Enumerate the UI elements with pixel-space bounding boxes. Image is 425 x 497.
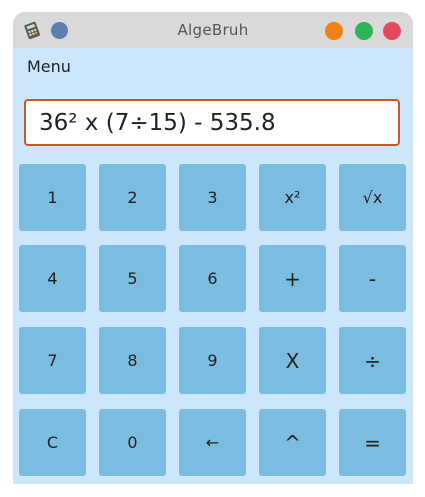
key-minus[interactable]: - [339,245,406,312]
key-3[interactable]: 3 [179,164,246,231]
key-1[interactable]: 1 [19,164,86,231]
window-title: AlgeBruh [177,21,249,39]
key-square[interactable]: x² [259,164,326,231]
key-backspace[interactable]: ← [179,409,246,476]
key-8[interactable]: 8 [99,327,166,394]
title-bar[interactable]: AlgeBruh [13,12,413,48]
key-power[interactable]: ^ [259,409,326,476]
key-multiply[interactable]: X [259,327,326,394]
key-equals[interactable]: = [339,409,406,476]
key-plus[interactable]: + [259,245,326,312]
expression-display[interactable]: 36² x (7÷15) - 535.8 [24,99,400,146]
key-sqrt[interactable]: √x [339,164,406,231]
expression-text: 36² x (7÷15) - 535.8 [39,110,276,136]
key-0[interactable]: 0 [99,409,166,476]
key-5[interactable]: 5 [99,245,166,312]
calculator-window: AlgeBruh Menu 36² x (7÷15) - 535.8 1 2 3… [13,12,413,484]
keypad: 1 2 3 x² √x 4 5 6 + - 7 8 9 X ÷ C 0 ← ^ … [19,164,411,484]
menu-button[interactable]: Menu [27,56,71,78]
key-divide[interactable]: ÷ [339,327,406,394]
key-7[interactable]: 7 [19,327,86,394]
key-2[interactable]: 2 [99,164,166,231]
key-clear[interactable]: C [19,409,86,476]
key-6[interactable]: 6 [179,245,246,312]
key-9[interactable]: 9 [179,327,246,394]
close-button[interactable] [383,22,401,40]
maximize-button[interactable] [355,22,373,40]
minimize-button[interactable] [325,22,343,40]
key-4[interactable]: 4 [19,245,86,312]
